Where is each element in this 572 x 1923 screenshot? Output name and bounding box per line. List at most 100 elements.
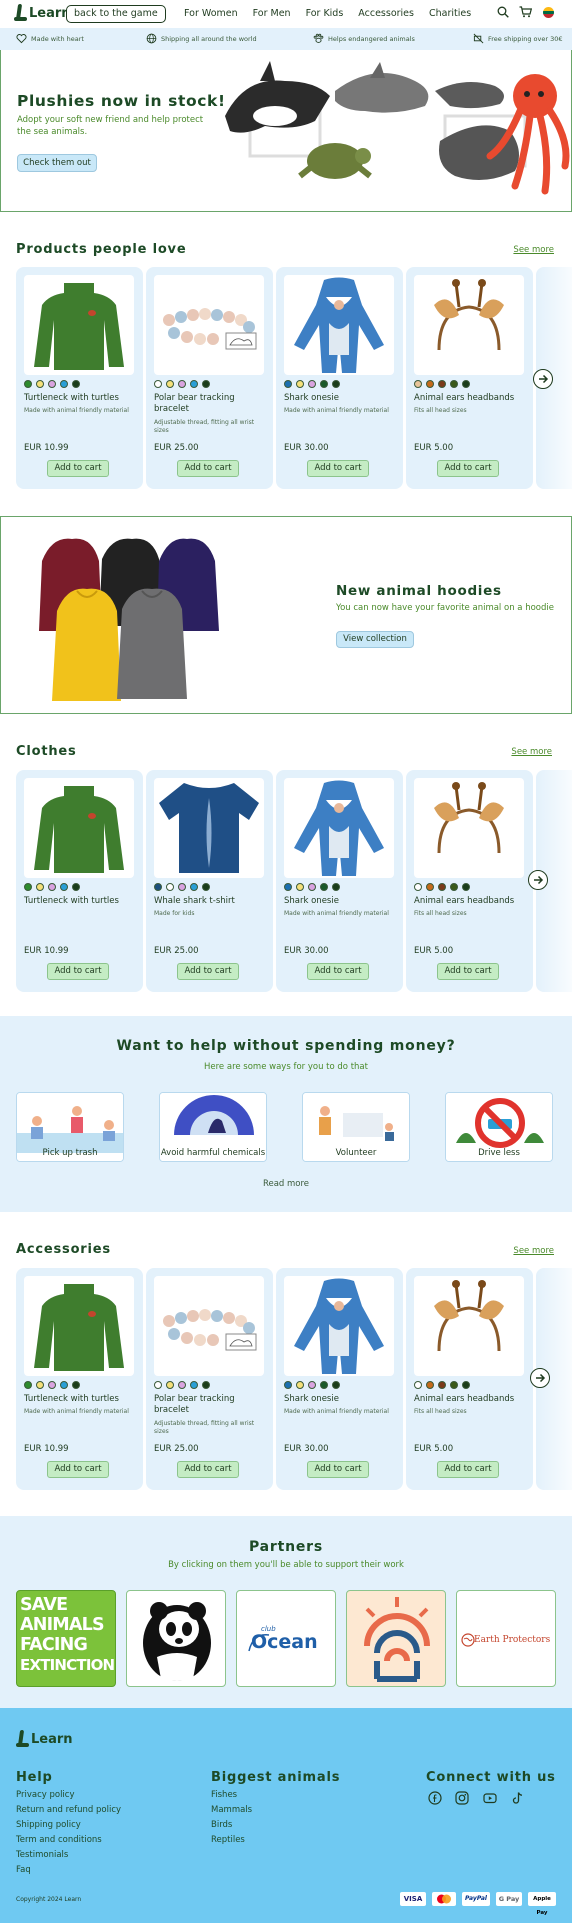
swatch[interactable] [450,380,458,388]
product-card[interactable]: Whale shark t-shirt Made for kids EUR 25… [146,770,273,992]
product-card[interactable]: Polar bear tracking bracelet Adjustable … [146,267,273,489]
swatch[interactable] [202,883,210,891]
product-card[interactable]: Shark onesie Made with animal friendly m… [276,770,403,992]
swatch[interactable] [284,883,292,891]
footer-link-return[interactable]: Return and refund policy [16,1805,121,1815]
swatch[interactable] [60,883,68,891]
swatch[interactable] [284,1381,292,1389]
tiktok-icon[interactable] [511,1791,525,1805]
footer-link-reptiles[interactable]: Reptiles [211,1835,245,1845]
nav-charities[interactable]: Charities [429,8,471,19]
footer-link-mammals[interactable]: Mammals [211,1805,252,1815]
swatch[interactable] [166,380,174,388]
footer-link-faq[interactable]: Faq [16,1865,31,1875]
help-card-avoid-chemicals[interactable]: Avoid harmful chemicals [159,1092,267,1162]
product-card[interactable]: Turtleneck with turtles Made with animal… [16,1268,143,1490]
swatch[interactable] [450,1381,458,1389]
swatch[interactable] [48,1381,56,1389]
clothes-see-more-link[interactable]: See more [511,747,552,757]
facebook-icon[interactable] [428,1791,442,1805]
swatch[interactable] [48,883,56,891]
add-to-cart-button[interactable]: Add to cart [47,460,109,477]
next-arrow-button[interactable] [528,870,548,890]
read-more-link[interactable]: Read more [0,1179,572,1189]
next-arrow-button[interactable] [530,1368,550,1388]
footer-logo[interactable]: Learn [16,1730,73,1748]
youtube-icon[interactable] [483,1791,497,1805]
accessories-see-more-link[interactable]: See more [513,1246,554,1256]
swatch[interactable] [154,883,162,891]
swatch[interactable] [462,1381,470,1389]
nav-for-kids[interactable]: For Kids [306,8,344,19]
swatch[interactable] [190,1381,198,1389]
swatch[interactable] [284,380,292,388]
partner-club-ocean[interactable]: club Ocean [236,1590,336,1687]
add-to-cart-button[interactable]: Add to cart [307,963,369,980]
footer-link-privacy[interactable]: Privacy policy [16,1790,75,1800]
help-card-volunteer[interactable]: Volunteer [302,1092,410,1162]
partner-sun-logo[interactable] [346,1590,446,1687]
swatch[interactable] [72,1381,80,1389]
swatch[interactable] [414,1381,422,1389]
add-to-cart-button[interactable]: Add to cart [177,460,239,477]
swatch[interactable] [296,380,304,388]
nav-accessories[interactable]: Accessories [358,8,414,19]
partner-earth-protectors[interactable]: Earth Protectors [456,1590,556,1687]
swatch[interactable] [462,883,470,891]
swatch[interactable] [202,380,210,388]
swatch[interactable] [332,380,340,388]
view-collection-button[interactable]: View collection [336,631,414,648]
swatch[interactable] [308,1381,316,1389]
swatch[interactable] [190,883,198,891]
footer-link-shipping[interactable]: Shipping policy [16,1820,81,1830]
swatch[interactable] [426,1381,434,1389]
footer-link-fishes[interactable]: Fishes [211,1790,237,1800]
footer-link-terms[interactable]: Term and conditions [16,1835,102,1845]
swatch[interactable] [296,883,304,891]
swatch[interactable] [426,883,434,891]
help-card-pick-up-trash[interactable]: Pick up trash [16,1092,124,1162]
nav-for-men[interactable]: For Men [253,8,291,19]
swatch[interactable] [462,380,470,388]
footer-link-birds[interactable]: Birds [211,1820,232,1830]
swatch[interactable] [36,380,44,388]
nav-for-women[interactable]: For Women [184,8,238,19]
swatch[interactable] [190,380,198,388]
swatch[interactable] [414,883,422,891]
swatch[interactable] [320,1381,328,1389]
product-card[interactable]: Shark onesie Made with animal friendly m… [276,1268,403,1490]
add-to-cart-button[interactable]: Add to cart [177,1461,239,1478]
logo[interactable]: Learn [14,4,71,22]
swatch[interactable] [154,1381,162,1389]
swatch[interactable] [72,883,80,891]
swatch[interactable] [320,380,328,388]
partner-save-animals[interactable]: SAVE ANIMALS FACING EXTINCTION [16,1590,116,1687]
swatch[interactable] [332,1381,340,1389]
swatch[interactable] [178,883,186,891]
swatch[interactable] [24,380,32,388]
footer-link-testimonials[interactable]: Testimonials [16,1850,68,1860]
swatch[interactable] [36,1381,44,1389]
swatch[interactable] [332,883,340,891]
swatch[interactable] [178,380,186,388]
back-to-game-button[interactable]: back to the game [66,5,166,23]
swatch[interactable] [166,1381,174,1389]
swatch[interactable] [438,1381,446,1389]
product-card[interactable]: Animal ears headbands Fits all head size… [406,1268,533,1490]
product-card[interactable]: Animal ears headbands Fits all head size… [406,267,533,489]
swatch[interactable] [72,380,80,388]
check-them-out-button[interactable]: Check them out [17,154,97,172]
add-to-cart-button[interactable]: Add to cart [307,1461,369,1478]
swatch[interactable] [450,883,458,891]
instagram-icon[interactable] [455,1791,469,1805]
swatch[interactable] [166,883,174,891]
swatch[interactable] [438,380,446,388]
swatch[interactable] [426,380,434,388]
swatch[interactable] [320,883,328,891]
product-card[interactable]: Turtleneck with turtles EUR 10.99 Add to… [16,770,143,992]
add-to-cart-button[interactable]: Add to cart [437,963,499,980]
swatch[interactable] [24,883,32,891]
swatch[interactable] [308,380,316,388]
swatch[interactable] [60,380,68,388]
swatch[interactable] [438,883,446,891]
